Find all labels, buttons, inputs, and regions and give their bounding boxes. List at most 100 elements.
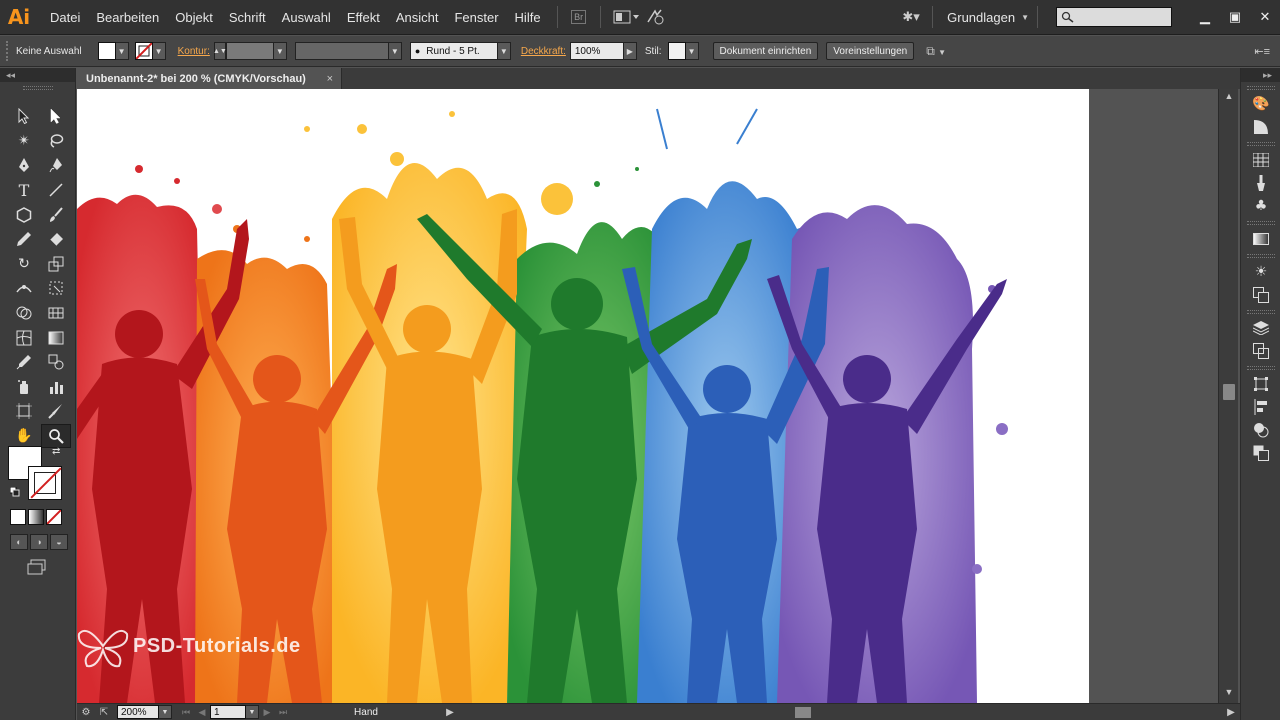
transform-panel-icon[interactable] [1241, 372, 1280, 395]
mesh-tool-icon[interactable] [9, 325, 39, 350]
opacity-dropdown[interactable]: ▶ [623, 42, 637, 60]
opacity-field[interactable]: 100% [569, 42, 624, 60]
dock-grip[interactable] [1246, 254, 1275, 258]
eyedropper-tool-icon[interactable] [9, 350, 39, 375]
direct-selection-tool-icon[interactable] [41, 104, 71, 129]
dock-grip[interactable] [1246, 86, 1275, 90]
fill-dropdown[interactable]: ▼ [115, 42, 129, 60]
screen-mode-icon[interactable] [26, 558, 48, 576]
swatches-panel-icon[interactable] [1241, 148, 1280, 171]
next-artboard-icon[interactable]: ▶ [259, 707, 275, 718]
scroll-down-icon[interactable]: ▼ [1219, 687, 1239, 701]
stroke-panel-link[interactable]: Kontur: [178, 46, 210, 57]
variable-width-profile[interactable] [294, 42, 389, 60]
control-bar-grip[interactable] [6, 41, 10, 61]
appearance-panel-icon[interactable]: ☀ [1241, 260, 1280, 283]
none-mode-button[interactable] [46, 509, 62, 525]
export-icon[interactable]: ⇱ [95, 707, 113, 718]
pathfinder-panel-icon[interactable] [1241, 418, 1280, 441]
free-transform-tool-icon[interactable] [41, 276, 71, 301]
color-guide-icon[interactable] [1241, 115, 1280, 138]
scroll-up-icon[interactable]: ▲ [1219, 91, 1239, 105]
width-tool-icon[interactable] [9, 276, 39, 301]
stroke-color-box[interactable] [28, 466, 62, 500]
workspace-switcher[interactable]: Grundlagen [941, 10, 1021, 25]
first-artboard-icon[interactable]: ⏮ [178, 707, 194, 718]
zoom-field[interactable]: 200% [117, 705, 159, 719]
artboard[interactable]: PSD-Tutorials.de [77, 89, 1089, 703]
arrange-documents-icon[interactable] [609, 6, 643, 28]
menu-auswahl[interactable]: Auswahl [274, 0, 339, 35]
menu-ansicht[interactable]: Ansicht [388, 0, 447, 35]
zoom-tool-icon[interactable] [41, 423, 71, 449]
vertical-scroll-thumb[interactable] [1223, 384, 1235, 400]
color-panel-icon[interactable]: 🎨 [1241, 92, 1280, 115]
tools-panel-header[interactable]: ◂◂ [0, 68, 75, 82]
dock-grip[interactable] [1246, 221, 1275, 225]
menu-fenster[interactable]: Fenster [446, 0, 506, 35]
brush-definition-dropdown[interactable]: ▼ [497, 42, 511, 60]
preferences-button[interactable]: Voreinstellungen [826, 42, 915, 60]
dock-grip[interactable] [1246, 310, 1275, 314]
curvature-pen-tool-icon[interactable] [41, 153, 71, 178]
artboard-tool-icon[interactable] [9, 399, 39, 424]
hand-tool-icon[interactable]: ✋ [9, 424, 39, 449]
swap-fill-stroke-icon[interactable]: ⇄ [52, 446, 60, 457]
menu-hilfe[interactable]: Hilfe [507, 0, 549, 35]
canvas-area[interactable]: PSD-Tutorials.de [77, 89, 1218, 703]
gradient-panel-icon[interactable] [1241, 227, 1280, 250]
gpu-preview-icon[interactable]: ⚙ [77, 707, 95, 718]
stroke-weight-field[interactable] [225, 42, 274, 60]
magic-wand-tool-icon[interactable]: ✴ [9, 129, 39, 154]
minimize-button[interactable]: ▁ [1190, 6, 1220, 28]
arrange-icon[interactable]: ⧉ ▼ [926, 44, 946, 59]
draw-behind-icon[interactable]: ◑ [30, 534, 48, 550]
selection-tool-icon[interactable] [9, 104, 39, 129]
zoom-dropdown[interactable]: ▼ [159, 705, 172, 719]
graphic-style-dropdown[interactable]: ▼ [685, 42, 699, 60]
rotate-tool-icon[interactable]: ↻ [9, 252, 39, 277]
horizontal-scroll-thumb[interactable] [795, 706, 811, 718]
stroke-weight-dropdown[interactable]: ▼ [273, 42, 287, 60]
ellipse-tool-icon[interactable] [9, 202, 39, 227]
graph-tool-icon[interactable] [41, 375, 71, 400]
blend-tool-icon[interactable] [41, 350, 71, 375]
layers-panel-icon[interactable] [1241, 316, 1280, 339]
menu-bearbeiten[interactable]: Bearbeiten [88, 0, 167, 35]
paintbrush-tool-icon[interactable] [41, 202, 71, 227]
align-panel-icon[interactable] [1241, 395, 1280, 418]
draw-normal-icon[interactable]: ◐ [10, 534, 28, 550]
last-artboard-icon[interactable]: ⏭ [275, 707, 291, 718]
panel-menu-icon[interactable]: ⇤≡ [1254, 45, 1270, 58]
tools-panel-grip[interactable] [22, 86, 53, 90]
gradient-tool-icon[interactable] [41, 325, 71, 350]
variable-width-dropdown[interactable]: ▼ [388, 42, 402, 60]
status-menu-icon[interactable]: ▶ [441, 707, 459, 718]
slice-tool-icon[interactable] [41, 399, 71, 424]
stroke-weight-stepper[interactable]: ▲▼ [213, 42, 227, 60]
symbols-panel-icon[interactable]: ♣ [1241, 194, 1280, 217]
shape-builder-tool-icon[interactable] [9, 301, 39, 326]
pen-tool-icon[interactable] [9, 153, 39, 178]
close-window-button[interactable]: ✕ [1250, 6, 1280, 28]
dock-grip[interactable] [1246, 142, 1275, 146]
workspace-dropdown-icon[interactable]: ▼ [1021, 13, 1029, 22]
fill-swatch[interactable] [97, 42, 116, 60]
stroke-swatch[interactable] [134, 42, 153, 60]
bridge-icon[interactable]: Br [566, 6, 592, 28]
stroke-dropdown[interactable]: ▼ [152, 42, 166, 60]
symbol-sprayer-tool-icon[interactable] [9, 375, 39, 400]
scale-tool-icon[interactable] [41, 252, 71, 277]
brushes-panel-icon[interactable] [1241, 171, 1280, 194]
gradient-mode-button[interactable] [28, 509, 44, 525]
lasso-tool-icon[interactable] [41, 129, 71, 154]
artboards-panel-icon[interactable] [1241, 339, 1280, 362]
horizontal-scrollbar[interactable] [467, 705, 1222, 720]
brush-definition-field[interactable]: ● Rund - 5 Pt. [409, 42, 498, 60]
transparency-panel-icon[interactable] [1241, 441, 1280, 464]
sync-settings-icon[interactable]: ✱▾ [898, 6, 924, 28]
graphic-styles-panel-icon[interactable] [1241, 283, 1280, 306]
color-mode-button[interactable] [10, 509, 26, 525]
artboard-number-field[interactable]: 1 [210, 705, 246, 719]
maximize-button[interactable]: ▣ [1220, 6, 1250, 28]
